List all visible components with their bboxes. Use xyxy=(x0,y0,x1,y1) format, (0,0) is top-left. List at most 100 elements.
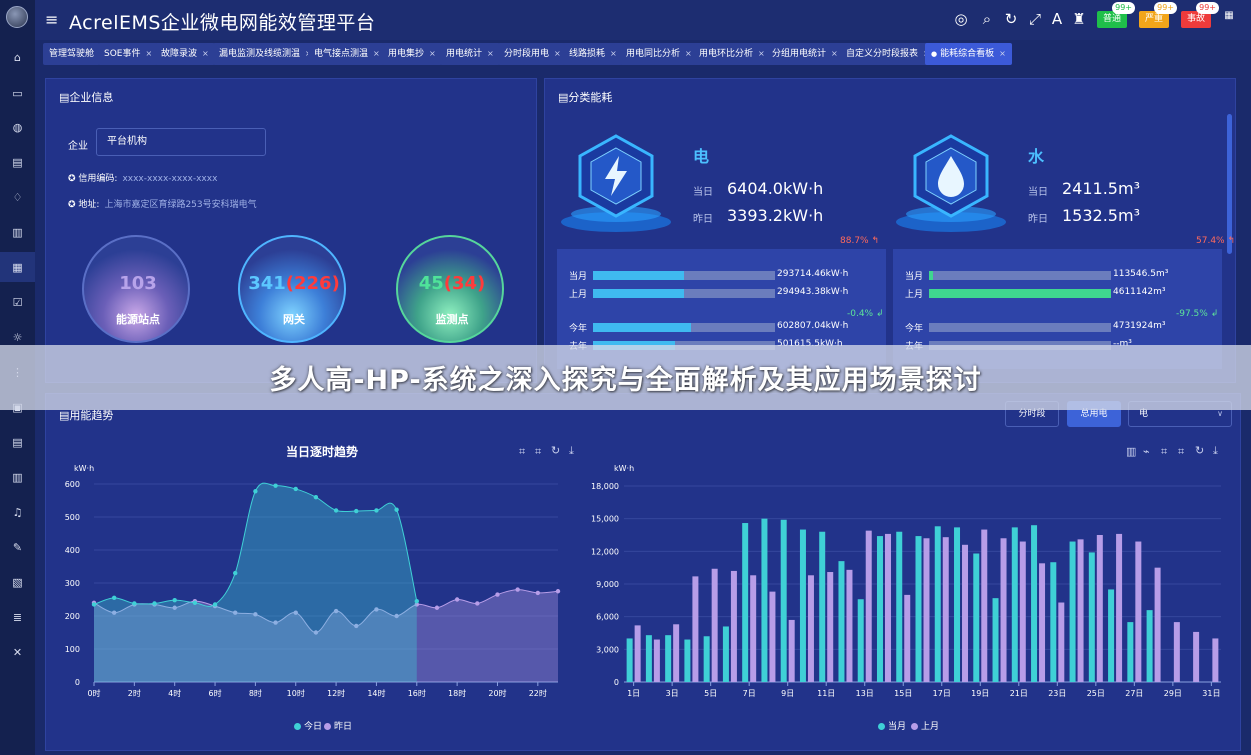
close-icon[interactable]: × xyxy=(685,49,692,58)
tab-period-usage[interactable]: 分时段用电 × xyxy=(498,43,567,65)
bar-this-month xyxy=(742,523,749,682)
bell-icon[interactable]: ♫ xyxy=(0,497,35,527)
data-point xyxy=(555,589,561,594)
water-lastmonth-value: 4611142m³ xyxy=(1113,287,1166,297)
x-tick-label: 21日 xyxy=(1010,689,1028,698)
bar-this-month xyxy=(857,599,864,682)
alarm-serious-badge[interactable]: 严重 99+ xyxy=(1139,2,1178,28)
tab-meter-reading[interactable]: 用电集抄 × xyxy=(382,43,442,65)
bar-chart-icon[interactable]: ▥ xyxy=(0,217,35,247)
legend-yesterday[interactable]: 昨日 xyxy=(324,719,352,732)
target-icon[interactable]: ◎ xyxy=(952,10,970,28)
tab-yoy[interactable]: 用电同比分析 × xyxy=(620,43,698,65)
bar-this-month xyxy=(1011,527,1018,682)
menu-toggle-icon[interactable]: ≡ xyxy=(45,10,58,29)
x-tick-label: 19日 xyxy=(971,689,989,698)
tools-icon[interactable]: ✕ xyxy=(0,637,35,667)
building-icon[interactable]: ▥ xyxy=(0,462,35,492)
tab-usage-stats[interactable]: 用电统计 × xyxy=(440,43,500,65)
data-point xyxy=(293,486,298,492)
close-icon[interactable]: × xyxy=(554,49,561,58)
refresh-icon[interactable]: ↻ xyxy=(1002,10,1020,28)
water-yesterday-label: 昨日 xyxy=(1028,214,1048,225)
file-icon[interactable]: ▧ xyxy=(0,567,35,597)
tab-leakage[interactable]: 漏电监测及线缆测温× xyxy=(213,43,318,65)
close-icon[interactable]: × xyxy=(610,49,617,58)
elec-year-bar xyxy=(593,323,775,332)
credit-line: ✪ 信用编码: xxxx-xxxx-xxxx-xxxx xyxy=(68,174,218,184)
alarm-normal-badge[interactable]: 普通 99+ xyxy=(1097,2,1136,28)
tab-mom[interactable]: 用电环比分析 × xyxy=(693,43,771,65)
edit-icon[interactable]: ✎ xyxy=(0,532,35,562)
close-icon[interactable]: × xyxy=(373,49,380,58)
tab-group-stats[interactable]: 分组用电统计 × xyxy=(766,43,844,65)
tab-contact-temp[interactable]: 电气接点测温 × xyxy=(308,43,386,65)
scrollbar[interactable] xyxy=(1227,114,1232,254)
legend-last-month[interactable]: 上月 xyxy=(911,719,939,732)
x-tick-label: 25日 xyxy=(1087,689,1105,698)
company-select[interactable]: 平台机构 xyxy=(96,128,266,156)
tab-line-loss[interactable]: 线路损耗 × xyxy=(563,43,623,65)
close-icon[interactable]: × xyxy=(831,49,838,58)
report-icon[interactable]: ▤ xyxy=(0,427,35,457)
stat-sites[interactable]: 103 能源站点 xyxy=(82,235,190,343)
tab-fault-wave[interactable]: 故障录波 × xyxy=(155,43,215,65)
theme-icon[interactable]: ♜ xyxy=(1070,10,1088,28)
list-icon[interactable]: ≣ xyxy=(0,602,35,632)
close-icon[interactable]: × xyxy=(429,49,436,58)
elec-month-label: 当月 xyxy=(569,272,588,282)
badge-icon: ✪ xyxy=(68,174,79,184)
x-tick-label: 10时 xyxy=(287,688,305,698)
check-icon[interactable]: ☑ xyxy=(0,287,35,317)
data-point xyxy=(132,601,137,606)
legend-today[interactable]: 今日 xyxy=(294,719,322,732)
x-tick-label: 13日 xyxy=(856,689,874,698)
user-avatar[interactable] xyxy=(6,6,28,28)
close-icon[interactable]: × xyxy=(999,49,1006,58)
enterprise-panel: ▤企业信息 企业 平台机构 ✪ 信用编码: xxxx-xxxx-xxxx-xxxx… xyxy=(45,78,537,383)
x-tick-label: 16时 xyxy=(408,688,426,698)
x-tick-label: 5日 xyxy=(704,689,717,698)
data-point xyxy=(111,595,117,601)
stat-monitor[interactable]: 45(34) 监测点 xyxy=(396,235,504,343)
font-icon[interactable]: A xyxy=(1048,10,1066,28)
bar-last-month xyxy=(865,530,872,682)
elec-month-bar xyxy=(593,271,775,280)
tab-cockpit[interactable]: 管理驾驶舱 xyxy=(43,43,101,65)
alarm-icon[interactable]: ♢ xyxy=(0,182,35,212)
stat-gateway[interactable]: 341(226) 网关 xyxy=(238,235,346,343)
home-icon[interactable]: ⌂ xyxy=(0,42,35,72)
monitor-icon[interactable]: ▭ xyxy=(0,78,35,108)
elec-year-label: 今年 xyxy=(569,324,588,334)
legend-dot xyxy=(324,723,331,730)
water-today-label: 当日 xyxy=(1028,187,1048,198)
down-arrow-icon: ↲ xyxy=(1210,309,1219,319)
fullscreen-icon[interactable]: ⤢ xyxy=(1026,10,1044,28)
app-title: AcrelEMS企业微电网能效管理平台 xyxy=(69,12,376,34)
tab-energy-board[interactable]: ● 能耗综合看板 × xyxy=(925,43,1012,65)
document-icon[interactable]: ▤ xyxy=(0,147,35,177)
dashboard-icon[interactable]: ▦ xyxy=(0,252,35,282)
close-icon[interactable]: × xyxy=(487,49,494,58)
bar-this-month xyxy=(799,529,806,682)
data-point xyxy=(454,597,460,602)
grid-menu-icon[interactable]: ▦ xyxy=(1220,10,1238,21)
water-lastmonth-label: 上月 xyxy=(905,290,924,300)
bar-last-month xyxy=(981,529,988,682)
alarm-accident-badge[interactable]: 事故 99+ xyxy=(1181,2,1220,28)
close-icon[interactable]: × xyxy=(145,49,152,58)
panel-icon: ▤ xyxy=(59,409,70,422)
bar-last-month xyxy=(788,619,795,682)
tab-custom-report[interactable]: 自定义分时段报表× xyxy=(840,43,936,65)
water-month-value: 113546.5m³ xyxy=(1113,269,1169,279)
x-tick-label: 12时 xyxy=(327,688,345,698)
legend-this-month[interactable]: 当月 xyxy=(878,719,906,732)
bar-this-month xyxy=(1031,525,1038,682)
water-today-value: 2411.5m³ xyxy=(1062,179,1140,198)
tab-soe[interactable]: SOE事件 × xyxy=(98,43,159,65)
close-icon[interactable]: × xyxy=(758,49,765,58)
water-year-bar xyxy=(929,323,1111,332)
close-icon[interactable]: × xyxy=(202,49,209,58)
search-icon[interactable]: ⌕ xyxy=(978,10,996,28)
globe-icon[interactable]: ◍ xyxy=(0,112,35,142)
